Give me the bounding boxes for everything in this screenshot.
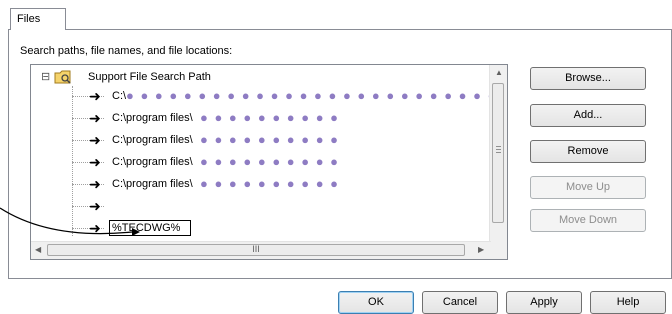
vertical-scroll-thumb[interactable] — [492, 83, 504, 223]
remove-button[interactable]: Remove — [530, 140, 646, 163]
masked-path: ● ● ● ● ● ● ● ● ● ● — [200, 176, 340, 191]
masked-path: ● ● ● ● ● ● ● ● ● ● — [200, 132, 340, 147]
masked-path: ● ● ● ● ● ● ● ● ● ● — [200, 154, 340, 169]
move-up-button-label: Move Up — [565, 181, 611, 193]
help-button[interactable]: Help — [590, 291, 666, 314]
path-arrow-icon: ➜ — [89, 176, 101, 192]
vertical-scrollbar[interactable]: ▲ — [489, 65, 507, 242]
path-arrow-icon: ➜ — [89, 88, 101, 104]
move-down-button-label: Move Down — [558, 214, 618, 226]
masked-path: ● ● ● ● ● ● ● ● ● ● — [200, 110, 340, 125]
path-label: C:\program files\ — [112, 134, 193, 146]
path-label: C:\ — [112, 90, 127, 102]
folder-search-icon — [54, 70, 71, 84]
path-arrow-icon: ➜ — [89, 132, 101, 148]
tree-item[interactable]: ➜ C:\ ● ● ● ● ● ● ● ● ● ● ● ● ● ● ● ● ● … — [31, 88, 495, 106]
section-label: Search paths, file names, and file locat… — [20, 45, 233, 57]
collapse-icon[interactable]: ⊟ — [41, 70, 50, 83]
browse-button[interactable]: Browse... — [530, 67, 646, 90]
path-label: C:\program files\ — [112, 112, 193, 124]
add-button-label: Add... — [573, 109, 603, 121]
cancel-button-label: Cancel — [442, 296, 478, 308]
path-arrow-icon: ➜ — [89, 154, 101, 170]
scroll-grip: III — [252, 244, 260, 254]
apply-button-label: Apply — [530, 296, 558, 308]
add-button[interactable]: Add... — [530, 104, 646, 127]
ok-button-label: OK — [368, 296, 384, 308]
move-down-button[interactable]: Move Down — [530, 209, 646, 232]
scroll-right-icon[interactable]: ▶ — [478, 245, 484, 254]
path-arrow-icon: ➜ — [89, 110, 101, 126]
scroll-corner — [490, 242, 507, 259]
path-label: C:\program files\ — [112, 156, 193, 168]
apply-button[interactable]: Apply — [506, 291, 582, 314]
browse-button-label: Browse... — [565, 72, 611, 84]
masked-path: ● ● ● ● ● ● ● ● ● ● ● ● ● ● ● ● ● ● ● ● … — [126, 88, 497, 103]
ok-button[interactable]: OK — [338, 291, 414, 314]
move-up-button[interactable]: Move Up — [530, 176, 646, 199]
remove-button-label: Remove — [567, 145, 609, 157]
tab-files-label: Files — [17, 13, 41, 25]
cancel-button[interactable]: Cancel — [422, 291, 498, 314]
tab-files[interactable]: Files — [10, 8, 66, 30]
tree-root-label: Support File Search Path — [88, 71, 211, 83]
help-button-label: Help — [616, 296, 640, 308]
path-label: C:\program files\ — [112, 178, 193, 190]
callout-arrow — [0, 207, 140, 236]
scroll-up-icon[interactable]: ▲ — [495, 68, 503, 77]
